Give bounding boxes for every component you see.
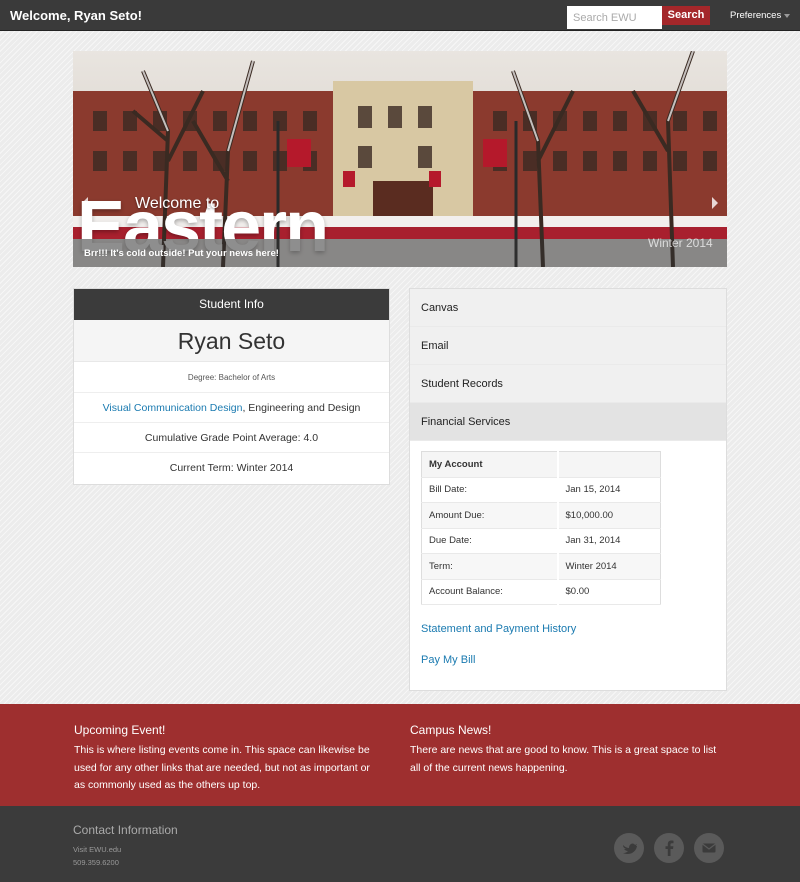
search-button[interactable]: Search <box>662 6 710 25</box>
account-label: Due Date: <box>421 528 558 554</box>
account-value: Winter 2014 <box>556 553 661 580</box>
account-label: Account Balance: <box>421 579 558 605</box>
preferences-menu[interactable]: Preferences <box>730 10 790 21</box>
contact-title: Contact Information <box>73 823 178 837</box>
quick-links-panel: Canvas Email Student Records Financial S… <box>409 288 727 691</box>
student-info-header: Student Info <box>74 289 389 320</box>
twitter-icon[interactable] <box>614 833 644 863</box>
events-text: This is where listing events come in. Th… <box>74 742 370 795</box>
student-gpa: Cumulative Grade Point Average: 4.0 <box>74 423 389 453</box>
footer: Contact Information Visit EWU.edu 509.35… <box>0 806 800 882</box>
preferences-label: Preferences <box>730 10 782 21</box>
link-financial-services[interactable]: Financial Services <box>410 403 726 441</box>
mail-icon[interactable] <box>694 833 724 863</box>
search-input[interactable] <box>567 6 662 29</box>
account-value: $0.00 <box>556 579 661 605</box>
link-email[interactable]: Email <box>410 327 726 365</box>
facebook-icon[interactable] <box>654 833 684 863</box>
hero-title-welcome: Welcome to <box>135 195 220 212</box>
student-info-panel: Student Info Ryan Seto Degree: Bachelor … <box>73 288 390 485</box>
account-table: My Account Bill Date: Jan 15, 2014 Amoun… <box>421 451 661 605</box>
footer-site-link[interactable]: Visit EWU.edu <box>73 845 121 854</box>
table-row: Bill Date: Jan 15, 2014 <box>421 477 661 503</box>
top-bar: Welcome, Ryan Seto! Search Preferences <box>0 0 800 31</box>
news-text: There are news that are good to know. Th… <box>410 742 716 777</box>
hero-banner: Eastern Welcome to Brr!!! It's cold outs… <box>73 51 727 267</box>
caret-down-icon <box>784 14 790 18</box>
events-line: This is where listing events come in. Th… <box>74 744 370 756</box>
major-college: , Engineering and Design <box>242 402 361 414</box>
statement-history-link[interactable]: Statement and Payment History <box>421 623 576 635</box>
account-label: Bill Date: <box>421 477 558 503</box>
hero-news-text: Brr!!! It's cold outside! Put your news … <box>84 248 279 259</box>
student-major: Visual Communication Design, Engineering… <box>74 393 389 423</box>
pay-bill-link[interactable]: Pay My Bill <box>421 654 475 666</box>
news-title: Campus News! <box>410 723 492 737</box>
account-title: My Account <box>421 451 558 478</box>
link-student-records[interactable]: Student Records <box>410 365 726 403</box>
student-degree: Degree: Bachelor of Arts <box>74 362 389 393</box>
account-value: $10,000.00 <box>556 502 661 529</box>
arrow-right-icon[interactable] <box>712 197 718 209</box>
info-band: Upcoming Event! This is where listing ev… <box>0 704 800 806</box>
welcome-message: Welcome, Ryan Seto! <box>10 8 142 23</box>
news-line: all of the current news happening. <box>410 761 568 774</box>
account-title-blank <box>556 451 661 478</box>
news-line: There are news that are good to know. Th… <box>410 744 717 756</box>
major-link[interactable]: Visual Communication Design <box>103 402 243 414</box>
events-title: Upcoming Event! <box>74 723 166 737</box>
hero-term: Winter 2014 <box>648 236 713 250</box>
table-row: Due Date: Jan 31, 2014 <box>421 528 661 554</box>
table-row: My Account <box>421 451 661 478</box>
table-row: Term: Winter 2014 <box>421 553 661 580</box>
table-row: Account Balance: $0.00 <box>421 579 661 605</box>
account-value: Jan 15, 2014 <box>556 477 661 503</box>
account-label: Term: <box>421 553 558 580</box>
account-value: Jan 31, 2014 <box>556 528 661 554</box>
footer-phone: 509.359.6200 <box>73 858 119 867</box>
student-term: Current Term: Winter 2014 <box>169 462 294 474</box>
link-canvas[interactable]: Canvas <box>410 289 726 327</box>
events-line: as commonly used as the others up top. <box>74 779 261 791</box>
table-row: Amount Due: $10,000.00 <box>421 502 661 529</box>
events-line: used for any other links that are needed… <box>74 761 370 774</box>
account-label: Amount Due: <box>421 502 558 529</box>
student-name: Ryan Seto <box>74 320 389 362</box>
